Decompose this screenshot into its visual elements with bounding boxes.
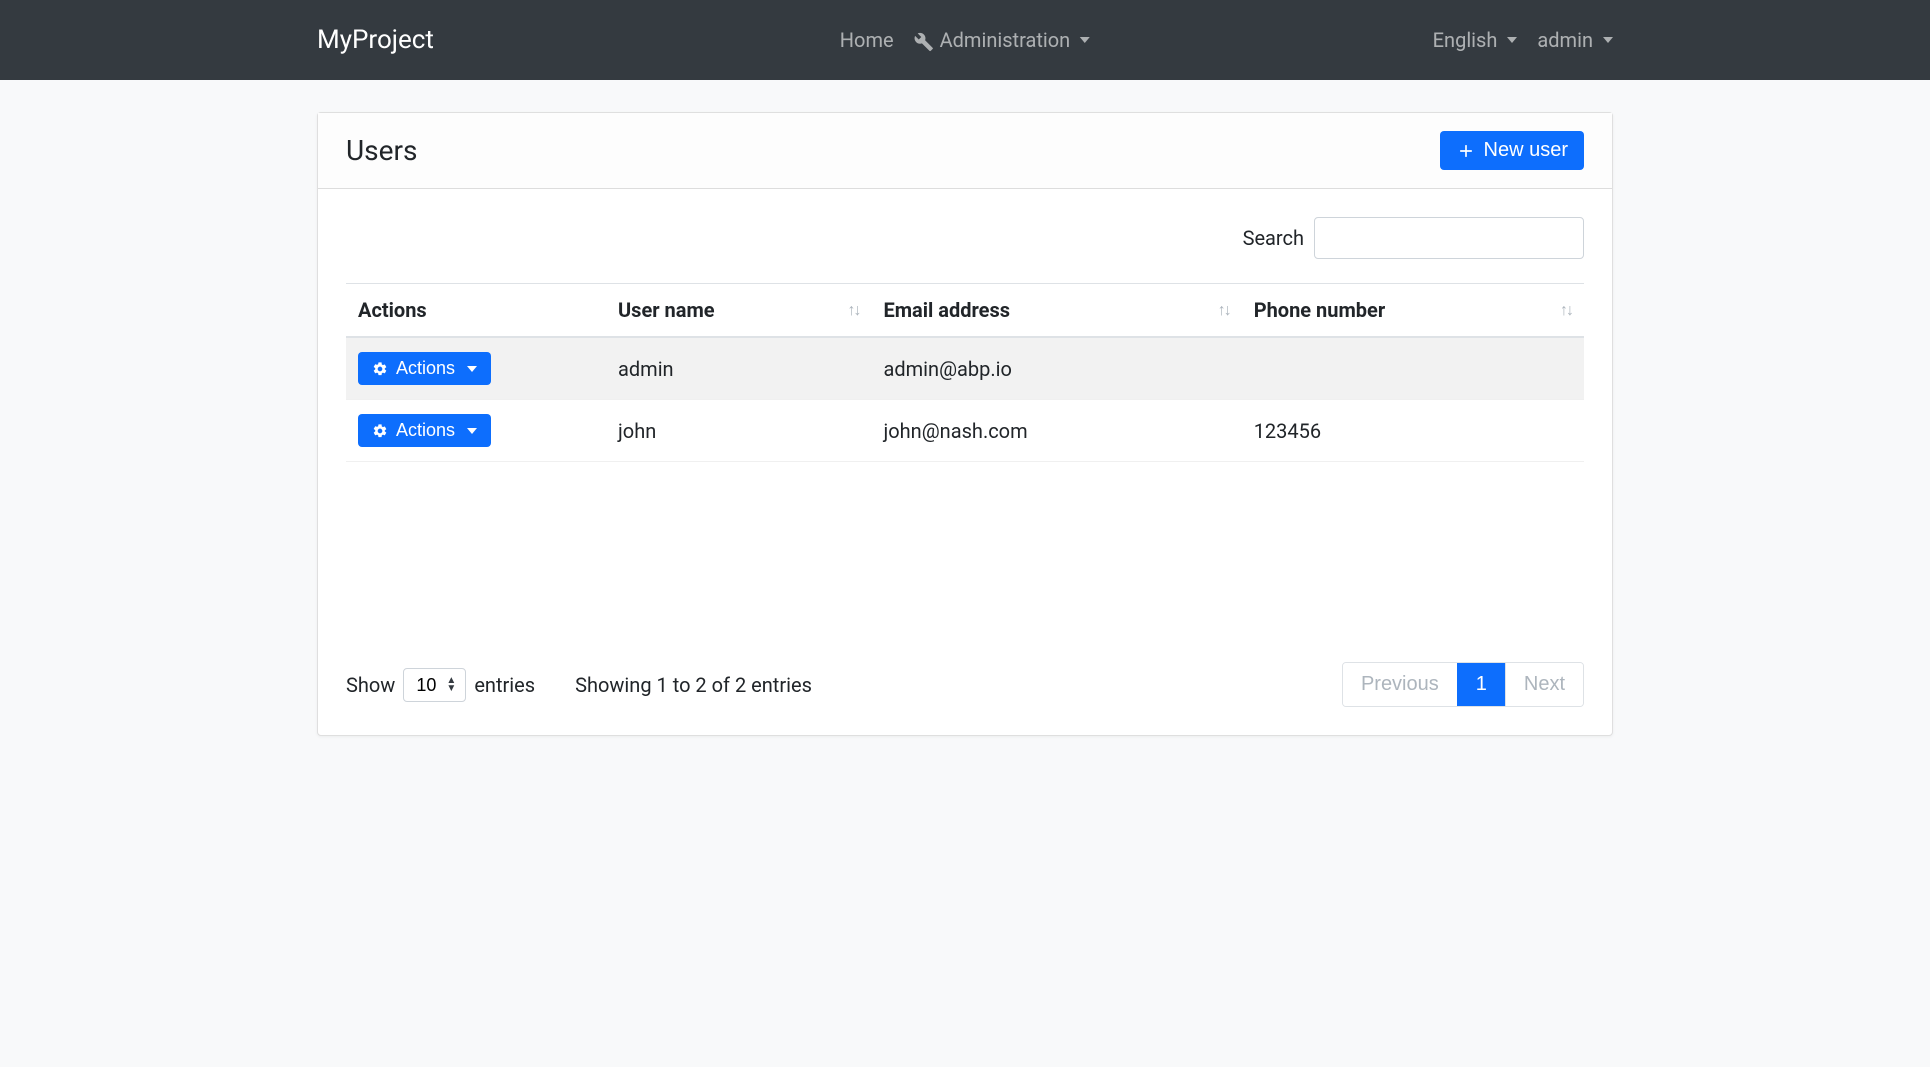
new-user-button[interactable]: New user — [1440, 131, 1584, 170]
row-actions-label: Actions — [396, 420, 455, 441]
cell-phone: 123456 — [1242, 400, 1584, 462]
cell-email: john@nash.com — [871, 400, 1241, 462]
cell-phone — [1242, 337, 1584, 400]
chevron-down-icon — [467, 366, 477, 372]
search-input[interactable] — [1314, 217, 1584, 259]
chevron-down-icon — [1080, 37, 1090, 43]
col-phone-label: Phone number — [1254, 298, 1385, 322]
page-title: Users — [346, 134, 417, 167]
table-row: Actions john john@nash.com 123456 — [346, 400, 1584, 462]
search-label: Search — [1243, 226, 1304, 250]
row-actions-button[interactable]: Actions — [358, 414, 491, 447]
show-label: Show — [346, 673, 395, 697]
chevron-down-icon — [1507, 37, 1517, 43]
search-row: Search — [346, 217, 1584, 259]
gear-icon — [372, 358, 388, 379]
users-card: Users New user Search Actions User name — [317, 112, 1613, 736]
nav-user[interactable]: admin — [1537, 28, 1613, 52]
page-prev[interactable]: Previous — [1343, 663, 1457, 706]
col-username-label: User name — [618, 298, 715, 322]
card-header: Users New user — [318, 113, 1612, 189]
plus-icon — [1456, 139, 1476, 162]
nav-language-label: English — [1433, 28, 1498, 52]
col-username[interactable]: User name ↑↓ — [606, 284, 871, 338]
wrench-icon — [914, 28, 934, 52]
table-footer: Show 10 ▲▼ entries Showing 1 to 2 of 2 e… — [346, 662, 1584, 707]
sort-icon: ↑↓ — [1218, 300, 1230, 320]
top-navbar: MyProject Home Administration English ad… — [0, 0, 1930, 80]
page-size-select[interactable]: 10 — [403, 668, 466, 702]
col-actions: Actions — [346, 284, 606, 338]
cell-email: admin@abp.io — [871, 337, 1241, 400]
row-actions-label: Actions — [396, 358, 455, 379]
pagination: Previous 1 Next — [1342, 662, 1584, 707]
col-phone[interactable]: Phone number ↑↓ — [1242, 284, 1584, 338]
users-table: Actions User name ↑↓ Email address ↑↓ Ph… — [346, 283, 1584, 462]
chevron-down-icon — [467, 428, 477, 434]
col-email[interactable]: Email address ↑↓ — [871, 284, 1241, 338]
sort-icon: ↑↓ — [1560, 300, 1572, 320]
gear-icon — [372, 420, 388, 441]
col-email-label: Email address — [883, 298, 1010, 322]
cell-username: admin — [606, 337, 871, 400]
nav-administration-label: Administration — [940, 28, 1071, 52]
nav-language[interactable]: English — [1433, 28, 1518, 52]
nav-home[interactable]: Home — [840, 28, 894, 52]
table-info: Showing 1 to 2 of 2 entries — [575, 673, 812, 697]
page-next[interactable]: Next — [1505, 663, 1583, 706]
cell-username: john — [606, 400, 871, 462]
nav-user-label: admin — [1537, 28, 1593, 52]
brand-link[interactable]: MyProject — [317, 17, 434, 63]
row-actions-button[interactable]: Actions — [358, 352, 491, 385]
new-user-label: New user — [1484, 139, 1568, 162]
table-row: Actions admin admin@abp.io — [346, 337, 1584, 400]
entries-label: entries — [474, 673, 535, 697]
chevron-down-icon — [1603, 37, 1613, 43]
page-number[interactable]: 1 — [1457, 663, 1505, 706]
nav-administration[interactable]: Administration — [914, 28, 1091, 52]
sort-icon: ↑↓ — [847, 300, 859, 320]
